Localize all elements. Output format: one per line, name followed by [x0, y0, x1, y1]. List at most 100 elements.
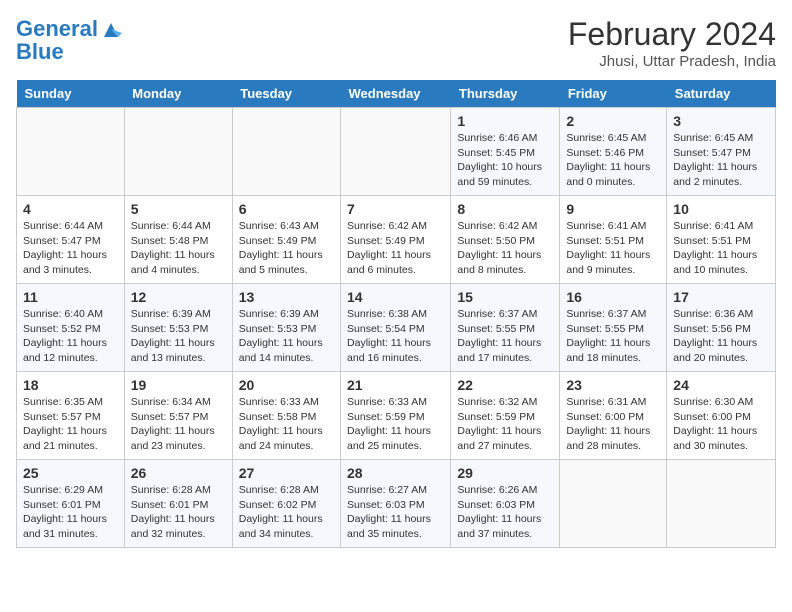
day-cell: 14 Sunrise: 6:38 AM Sunset: 5:54 PM Dayli…	[341, 284, 451, 372]
weekday-header-tuesday: Tuesday	[232, 80, 340, 108]
day-number: 10	[673, 201, 769, 217]
day-number: 28	[347, 465, 444, 481]
day-info: Sunrise: 6:28 AM Sunset: 6:02 PM Dayligh…	[239, 483, 334, 542]
day-cell: 5 Sunrise: 6:44 AM Sunset: 5:48 PM Daylig…	[124, 196, 232, 284]
weekday-header-wednesday: Wednesday	[341, 80, 451, 108]
day-number: 5	[131, 201, 226, 217]
day-number: 14	[347, 289, 444, 305]
weekday-header-monday: Monday	[124, 80, 232, 108]
day-cell: 16 Sunrise: 6:37 AM Sunset: 5:55 PM Dayli…	[560, 284, 667, 372]
day-number: 15	[457, 289, 553, 305]
day-number: 26	[131, 465, 226, 481]
week-row-2: 4 Sunrise: 6:44 AM Sunset: 5:47 PM Daylig…	[17, 196, 776, 284]
logo: General Blue	[16, 16, 122, 63]
week-row-5: 25Sunrise: 6:29 AM Sunset: 6:01 PM Dayli…	[17, 460, 776, 548]
day-number: 11	[23, 289, 118, 305]
day-cell: 20Sunrise: 6:33 AM Sunset: 5:58 PM Dayli…	[232, 372, 340, 460]
day-number: 3	[673, 113, 769, 129]
day-cell	[667, 460, 776, 548]
day-info: Sunrise: 6:37 AM Sunset: 5:55 PM Dayligh…	[457, 307, 553, 366]
day-cell: 8 Sunrise: 6:42 AM Sunset: 5:50 PM Daylig…	[451, 196, 560, 284]
day-number: 1	[457, 113, 553, 129]
day-cell: 11 Sunrise: 6:40 AM Sunset: 5:52 PM Dayli…	[17, 284, 125, 372]
day-info: Sunrise: 6:30 AM Sunset: 6:00 PM Dayligh…	[673, 395, 769, 454]
day-info: Sunrise: 6:26 AM Sunset: 6:03 PM Dayligh…	[457, 483, 553, 542]
day-number: 7	[347, 201, 444, 217]
title-area: February 2024 Jhusi, Uttar Pradesh, Indi…	[568, 16, 776, 70]
day-cell: 10Sunrise: 6:41 AM Sunset: 5:51 PM Dayli…	[667, 196, 776, 284]
day-info: Sunrise: 6:34 AM Sunset: 5:57 PM Dayligh…	[131, 395, 226, 454]
header: General Blue February 2024 Jhusi, Uttar …	[16, 16, 776, 70]
day-cell	[560, 460, 667, 548]
day-info: Sunrise: 6:42 AM Sunset: 5:50 PM Dayligh…	[457, 219, 553, 278]
day-cell: 1 Sunrise: 6:46 AM Sunset: 5:45 PM Daylig…	[451, 108, 560, 196]
day-info: Sunrise: 6:45 AM Sunset: 5:47 PM Dayligh…	[673, 131, 769, 190]
day-number: 9	[566, 201, 660, 217]
day-cell: 12 Sunrise: 6:39 AM Sunset: 5:53 PM Dayli…	[124, 284, 232, 372]
day-number: 2	[566, 113, 660, 129]
day-number: 23	[566, 377, 660, 393]
day-cell: 2Sunrise: 6:45 AM Sunset: 5:46 PM Daylig…	[560, 108, 667, 196]
day-info: Sunrise: 6:31 AM Sunset: 6:00 PM Dayligh…	[566, 395, 660, 454]
day-cell: 19Sunrise: 6:34 AM Sunset: 5:57 PM Dayli…	[124, 372, 232, 460]
day-info: Sunrise: 6:28 AM Sunset: 6:01 PM Dayligh…	[131, 483, 226, 542]
calendar-title: February 2024	[568, 16, 776, 53]
calendar-table: SundayMondayTuesdayWednesdayThursdayFrid…	[16, 80, 776, 548]
day-info: Sunrise: 6:40 AM Sunset: 5:52 PM Dayligh…	[23, 307, 118, 366]
day-info: Sunrise: 6:46 AM Sunset: 5:45 PM Dayligh…	[457, 131, 553, 190]
day-number: 21	[347, 377, 444, 393]
day-number: 6	[239, 201, 334, 217]
day-number: 24	[673, 377, 769, 393]
day-number: 13	[239, 289, 334, 305]
day-info: Sunrise: 6:37 AM Sunset: 5:55 PM Dayligh…	[566, 307, 660, 366]
week-row-1: 1 Sunrise: 6:46 AM Sunset: 5:45 PM Daylig…	[17, 108, 776, 196]
day-cell: 29 Sunrise: 6:26 AM Sunset: 6:03 PM Dayli…	[451, 460, 560, 548]
day-number: 29	[457, 465, 553, 481]
day-cell: 9 Sunrise: 6:41 AM Sunset: 5:51 PM Daylig…	[560, 196, 667, 284]
day-cell: 23 Sunrise: 6:31 AM Sunset: 6:00 PM Dayli…	[560, 372, 667, 460]
day-number: 12	[131, 289, 226, 305]
day-cell: 24 Sunrise: 6:30 AM Sunset: 6:00 PM Dayli…	[667, 372, 776, 460]
week-row-3: 11 Sunrise: 6:40 AM Sunset: 5:52 PM Dayli…	[17, 284, 776, 372]
day-info: Sunrise: 6:43 AM Sunset: 5:49 PM Dayligh…	[239, 219, 334, 278]
day-number: 4	[23, 201, 118, 217]
day-number: 22	[457, 377, 553, 393]
day-cell: 7 Sunrise: 6:42 AM Sunset: 5:49 PM Daylig…	[341, 196, 451, 284]
day-cell	[17, 108, 125, 196]
weekday-header-friday: Friday	[560, 80, 667, 108]
calendar-subtitle: Jhusi, Uttar Pradesh, India	[568, 53, 776, 70]
day-cell: 26 Sunrise: 6:28 AM Sunset: 6:01 PM Dayli…	[124, 460, 232, 548]
logo-text: General	[16, 16, 122, 41]
day-number: 8	[457, 201, 553, 217]
day-info: Sunrise: 6:29 AM Sunset: 6:01 PM Dayligh…	[23, 483, 118, 542]
day-cell: 28 Sunrise: 6:27 AM Sunset: 6:03 PM Dayli…	[341, 460, 451, 548]
weekday-header-saturday: Saturday	[667, 80, 776, 108]
logo-icon	[100, 19, 122, 41]
day-number: 16	[566, 289, 660, 305]
day-info: Sunrise: 6:32 AM Sunset: 5:59 PM Dayligh…	[457, 395, 553, 454]
day-info: Sunrise: 6:44 AM Sunset: 5:48 PM Dayligh…	[131, 219, 226, 278]
day-info: Sunrise: 6:38 AM Sunset: 5:54 PM Dayligh…	[347, 307, 444, 366]
weekday-header-thursday: Thursday	[451, 80, 560, 108]
weekday-header-sunday: Sunday	[17, 80, 125, 108]
day-info: Sunrise: 6:41 AM Sunset: 5:51 PM Dayligh…	[566, 219, 660, 278]
day-cell: 15 Sunrise: 6:37 AM Sunset: 5:55 PM Dayli…	[451, 284, 560, 372]
day-number: 27	[239, 465, 334, 481]
day-cell	[232, 108, 340, 196]
day-info: Sunrise: 6:33 AM Sunset: 5:59 PM Dayligh…	[347, 395, 444, 454]
day-info: Sunrise: 6:33 AM Sunset: 5:58 PM Dayligh…	[239, 395, 334, 454]
day-info: Sunrise: 6:27 AM Sunset: 6:03 PM Dayligh…	[347, 483, 444, 542]
day-cell: 17 Sunrise: 6:36 AM Sunset: 5:56 PM Dayli…	[667, 284, 776, 372]
day-info: Sunrise: 6:39 AM Sunset: 5:53 PM Dayligh…	[131, 307, 226, 366]
day-cell: 4 Sunrise: 6:44 AM Sunset: 5:47 PM Daylig…	[17, 196, 125, 284]
day-cell: 13Sunrise: 6:39 AM Sunset: 5:53 PM Dayli…	[232, 284, 340, 372]
day-cell: 22 Sunrise: 6:32 AM Sunset: 5:59 PM Dayli…	[451, 372, 560, 460]
day-info: Sunrise: 6:36 AM Sunset: 5:56 PM Dayligh…	[673, 307, 769, 366]
day-number: 17	[673, 289, 769, 305]
weekday-header-row: SundayMondayTuesdayWednesdayThursdayFrid…	[17, 80, 776, 108]
day-info: Sunrise: 6:42 AM Sunset: 5:49 PM Dayligh…	[347, 219, 444, 278]
day-cell: 27 Sunrise: 6:28 AM Sunset: 6:02 PM Dayli…	[232, 460, 340, 548]
day-cell	[124, 108, 232, 196]
day-info: Sunrise: 6:44 AM Sunset: 5:47 PM Dayligh…	[23, 219, 118, 278]
day-cell: 21 Sunrise: 6:33 AM Sunset: 5:59 PM Dayli…	[341, 372, 451, 460]
